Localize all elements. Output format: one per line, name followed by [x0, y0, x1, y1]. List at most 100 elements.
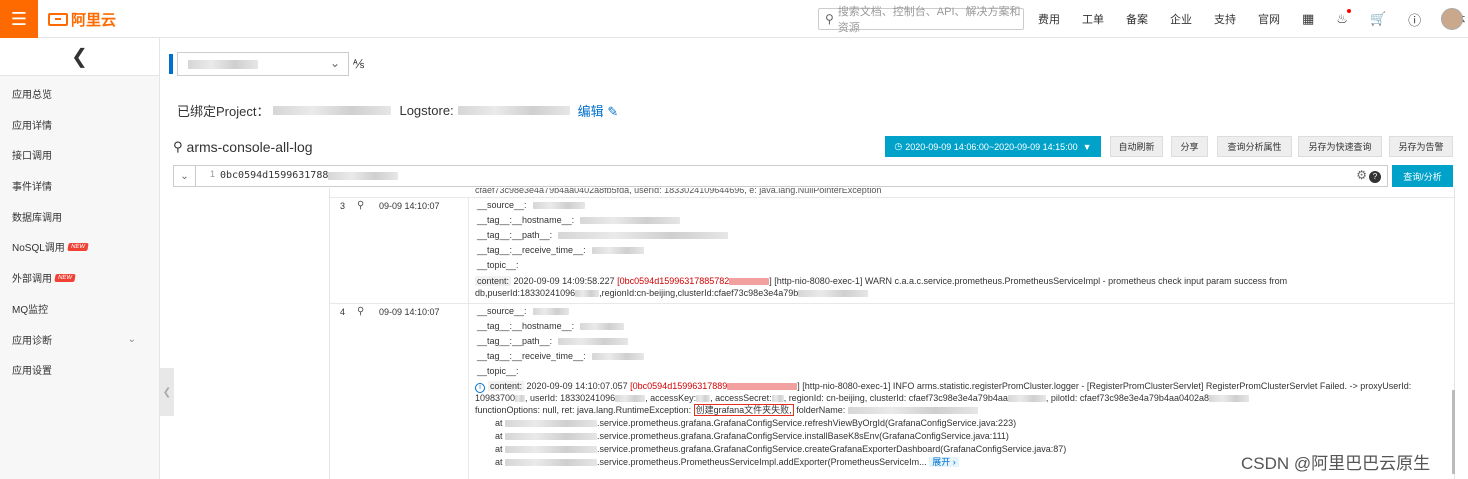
caret-down-icon: ▼ [1082, 141, 1092, 152]
top-navbar: ☰ 阿里云 ⚲ 搜索文档、控制台、API、解决方案和资源 费用 工单 备案 企业… [0, 0, 1468, 38]
auto-refresh-button[interactable]: 自动刷新 [1110, 136, 1163, 157]
content-text: ] [http-nio-8080-exec-1] WARN c.a.a.c.se… [769, 276, 1288, 286]
content-line: i content: 2020-09-09 14:10:07.057 [0bc05… [475, 381, 1411, 393]
sidebar-item-overview[interactable]: 应用总览 [12, 86, 52, 101]
nav-website[interactable]: 官网 [1258, 11, 1280, 27]
expand-button[interactable]: 展开 › [929, 457, 959, 467]
sidebar-item-label: 事件详情 [12, 182, 52, 193]
nav-support[interactable]: 支持 [1214, 11, 1236, 27]
global-search-input[interactable]: ⚲ 搜索文档、控制台、API、解决方案和资源 [818, 6, 1024, 34]
nav-tickets[interactable]: 工单 [1082, 11, 1104, 27]
content-text: folderName: [796, 405, 846, 415]
redacted-value [771, 395, 784, 403]
sidebar-item-db-calls[interactable]: 数据库调用 [12, 209, 62, 224]
edit-link[interactable]: 编辑 ✎ [578, 101, 619, 120]
logstore-label: Logstore: [399, 103, 454, 118]
context-view-icon[interactable]: ⚲ [357, 200, 364, 211]
redacted-trace [729, 278, 770, 286]
column-divider [468, 303, 469, 479]
sidebar-item-external[interactable]: 外部调用 NEW [12, 270, 76, 285]
column-divider [468, 197, 469, 303]
help-icon[interactable]: ⓘ [1408, 10, 1421, 29]
sidebar-item-settings[interactable]: 应用设置 [12, 362, 52, 377]
sidebar-item-label: MQ监控 [12, 305, 49, 316]
new-badge: NEW [67, 242, 89, 251]
save-quick-query-button[interactable]: 另存为快速查询 [1298, 136, 1382, 157]
bell-icon[interactable]: ♨ [1336, 9, 1351, 27]
field-label: __topic__: [477, 260, 519, 270]
terminal-icon[interactable]: ▦ [1302, 11, 1314, 27]
field-label: __topic__: [477, 366, 519, 376]
search-placeholder: 搜索文档、控制台、API、解决方案和资源 [837, 6, 1021, 34]
avatar[interactable] [1441, 8, 1463, 30]
collapse-arrow-icon[interactable]: ❮ [0, 38, 159, 76]
content-time: 2020-09-09 14:10:07.057 [526, 381, 628, 391]
bound-project-line: 已绑定Project： Logstore: 编辑 ✎ [177, 101, 618, 120]
sidebar-item-events[interactable]: 事件详情 [12, 178, 52, 193]
content-time: 2020-09-09 14:09:58.227 [513, 276, 615, 286]
expand-query-icon[interactable]: ⌄ [174, 166, 196, 186]
field-path: __tag__:__path__: [477, 336, 629, 346]
search-analyze-button[interactable]: 查询/分析 [1392, 165, 1453, 187]
notification-dot [1346, 9, 1351, 13]
sidebar-item-nosql[interactable]: NoSQL调用 NEW [12, 239, 89, 254]
query-analysis-props-button[interactable]: 查询分析属性 [1217, 136, 1292, 157]
clock-icon: ◷ [894, 141, 903, 151]
aliyun-logo-mark [48, 13, 68, 26]
trace-id[interactable]: [0bc0594d15996317885782 [617, 276, 729, 286]
redacted-value [591, 246, 644, 254]
partial-log-line: cfaef73c98e3e4a79b4aa0402a8fb5fda, userI… [475, 188, 882, 195]
nav-billing[interactable]: 费用 [1038, 11, 1060, 27]
stack-prefix: at [495, 444, 503, 454]
query-input[interactable]: ⌄ 1 0bc0594d1599631788 ⚙? [173, 165, 1388, 187]
aliyun-logo[interactable]: 阿里云 [48, 9, 116, 30]
stack-line: at .service.prometheus.grafana.GrafanaCo… [495, 418, 1016, 429]
time-range-picker[interactable]: ◷ 2020-09-09 14:06:00~2020-09-09 14:15:0… [885, 136, 1101, 157]
context-view-icon[interactable]: ⚲ [357, 306, 364, 317]
watermark: CSDN @阿里巴巴云原生 [1241, 454, 1431, 473]
logstore-name: arms-console-all-log [186, 139, 313, 155]
query-text[interactable]: 0bc0594d1599631788 [220, 170, 399, 181]
trace-id[interactable]: [0bc0594d15996317889 [630, 381, 727, 391]
sidebar: ❮ 应用总览 应用详情 接口调用 事件详情 数据库调用 NoSQL调用 NEW 外… [0, 38, 160, 479]
content-label: content: [488, 381, 525, 391]
top-nav: 费用 工单 备案 企业 支持 官网 ▦ ♨ 🛒 ⓘ 简体 [1038, 0, 1468, 38]
search-icon: ⚲ [173, 139, 183, 154]
link-icon[interactable]: ⅍ [353, 57, 364, 71]
redacted-logstore-name [457, 106, 570, 115]
sidebar-item-mq[interactable]: MQ监控 [12, 301, 48, 316]
stack-text: .service.prometheus.PrometheusServiceImp… [597, 457, 927, 467]
row-number: 3 [340, 201, 346, 211]
sidebar-item-app-detail[interactable]: 应用详情 [12, 117, 52, 132]
field-label: __tag__:__path__: [477, 230, 553, 240]
sidebar-item-diagnosis[interactable]: 应用诊断 ⌄ [12, 332, 148, 347]
time-range-text: 2020-09-09 14:06:00~2020-09-09 14:15:00 [905, 141, 1078, 152]
stack-prefix: at [495, 457, 503, 467]
settings-icon[interactable]: ⚙ [1356, 168, 1367, 182]
nav-icp[interactable]: 备案 [1126, 11, 1148, 27]
row-divider [330, 303, 1454, 304]
sidebar-item-label: NoSQL调用 [12, 243, 65, 254]
save-alert-button[interactable]: 另存为告警 [1389, 136, 1453, 157]
project-select[interactable]: ⌄ [177, 52, 349, 76]
field-label: __source__: [477, 200, 527, 210]
help-icon[interactable]: ? [1369, 171, 1381, 183]
share-button[interactable]: 分享 [1171, 136, 1208, 157]
redacted-value [505, 446, 598, 454]
info-icon[interactable]: i [475, 383, 485, 393]
log-scrollbar[interactable] [1452, 390, 1455, 474]
hamburger-icon[interactable]: ☰ [0, 0, 38, 38]
cart-icon[interactable]: 🛒 [1370, 11, 1386, 27]
field-source: __source__: [477, 200, 585, 210]
sidebar-item-label: 应用诊断 [12, 336, 52, 347]
nav-enterprise[interactable]: 企业 [1170, 11, 1192, 27]
redacted-value [615, 395, 646, 403]
redacted-value [591, 352, 644, 360]
field-topic: __topic__: [477, 260, 519, 270]
field-label: __tag__:__hostname__: [477, 215, 575, 225]
redacted-value [558, 337, 629, 345]
content-text: , userId: 18330241096 [525, 393, 616, 403]
redacted-value [505, 459, 598, 467]
sidebar-item-api-calls[interactable]: 接口调用 [12, 147, 52, 162]
field-hostname: __tag__:__hostname__: [477, 215, 681, 225]
